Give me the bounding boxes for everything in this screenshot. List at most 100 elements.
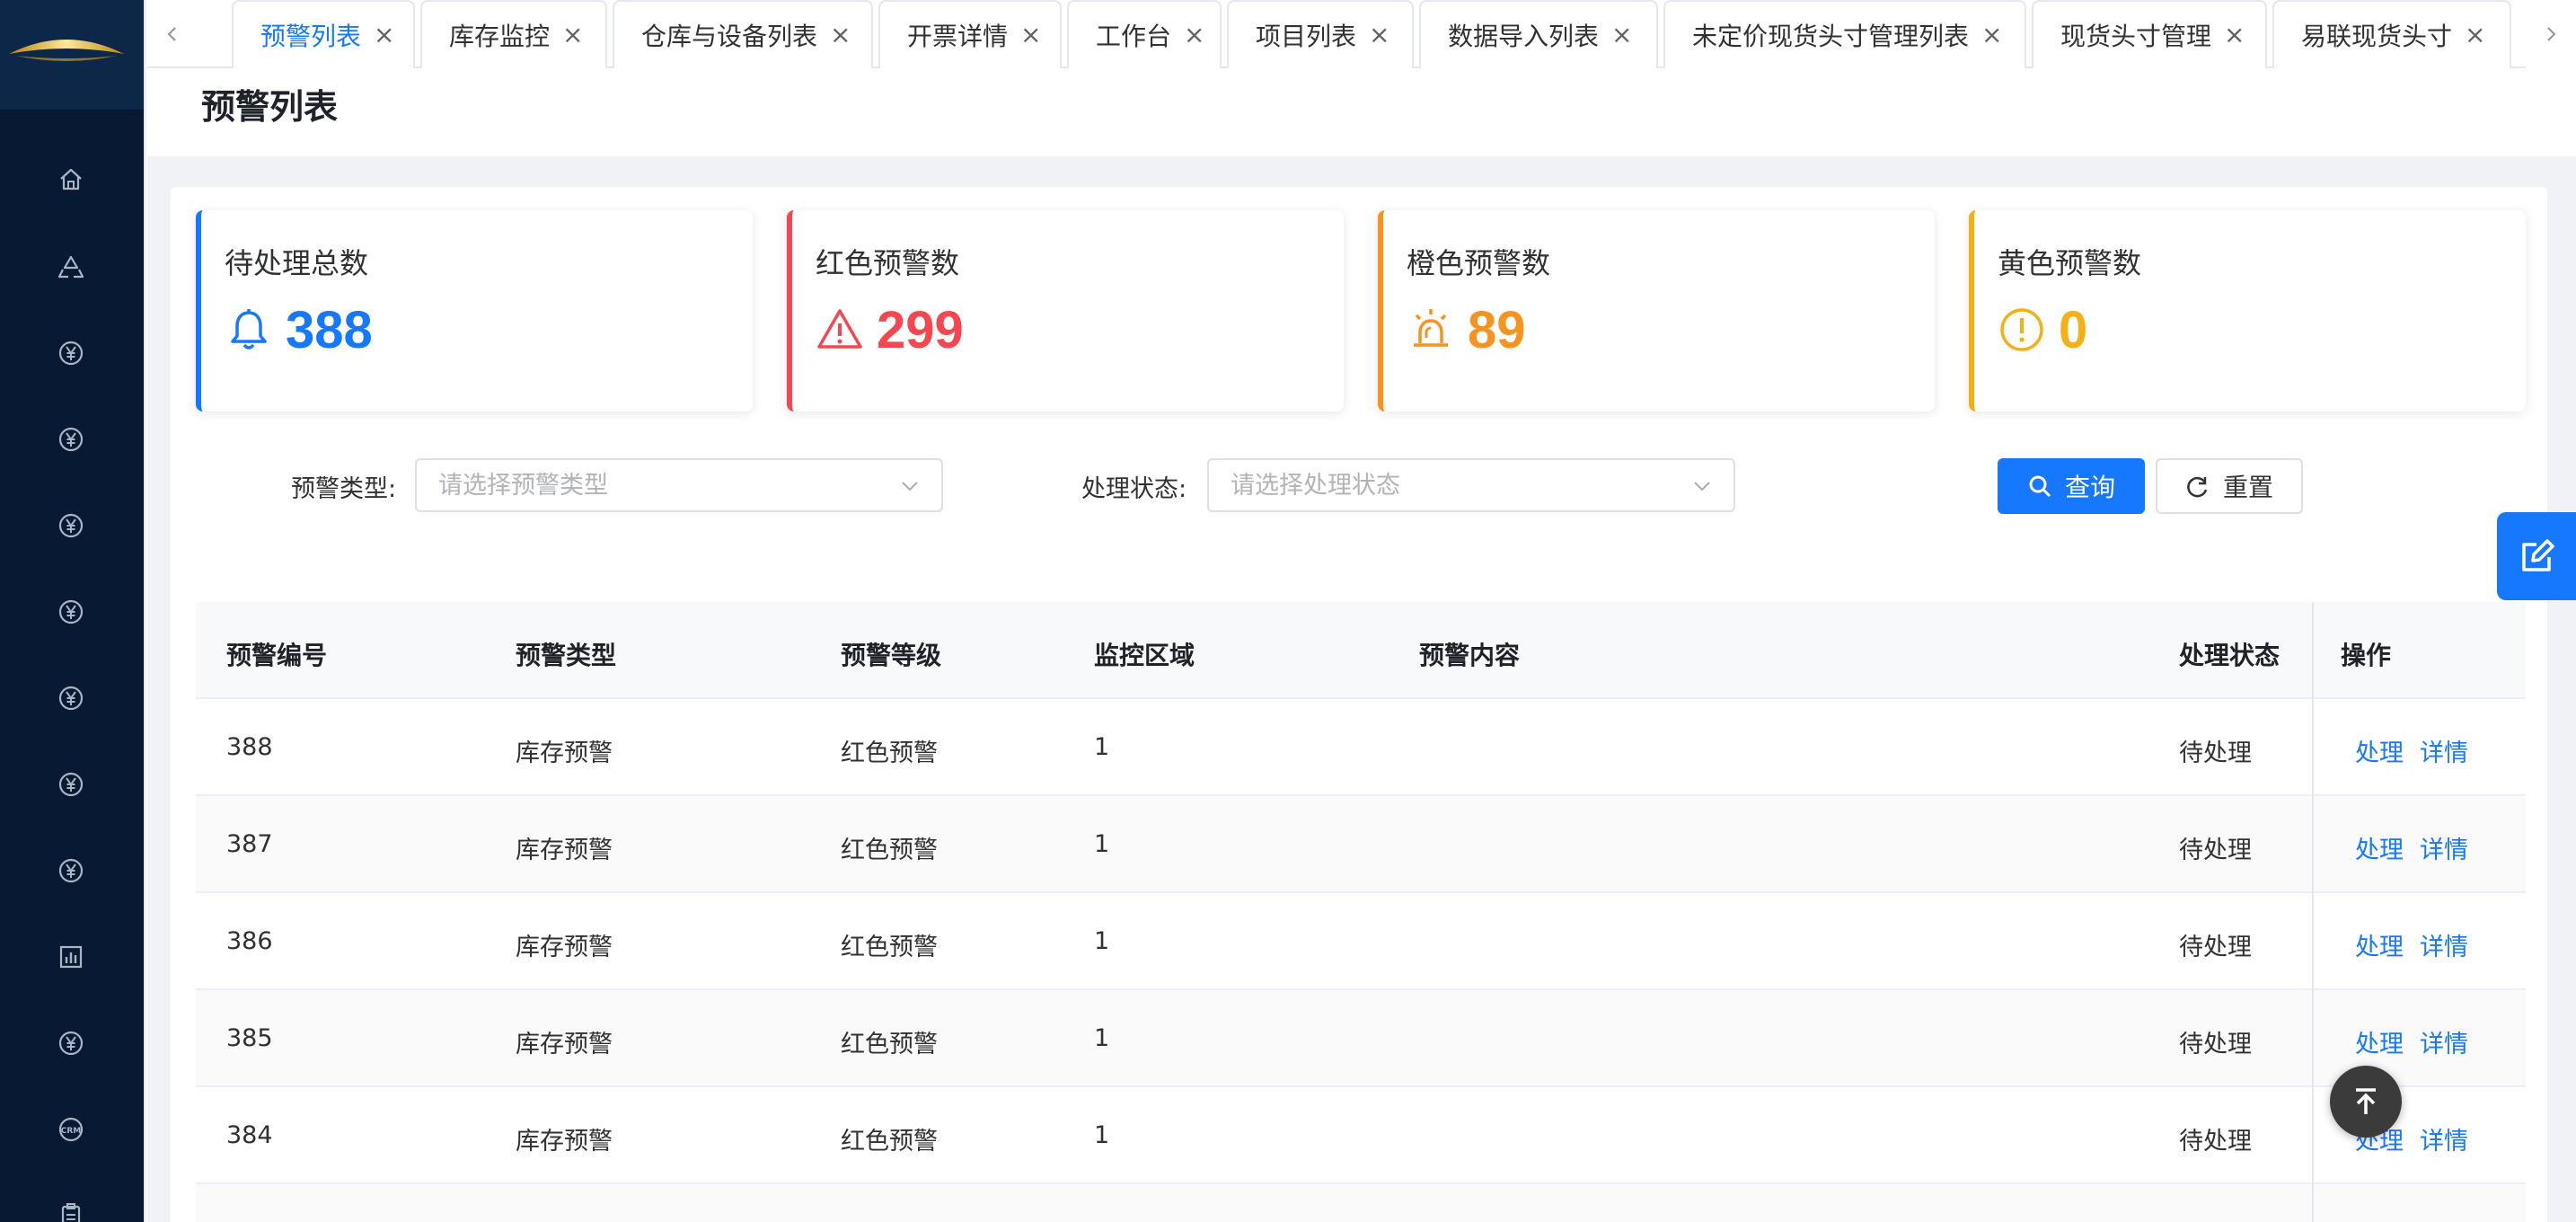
tab-9[interactable]: 易联现货头寸 × <box>2272 0 2511 68</box>
cell-type: 库存预警 <box>516 1218 613 1222</box>
sidebar-menu-item[interactable] <box>54 1199 88 1222</box>
sidebar-menu-item[interactable] <box>54 1026 88 1060</box>
close-icon[interactable]: × <box>2224 22 2245 48</box>
back-to-top-button[interactable] <box>2330 1066 2402 1138</box>
reset-button[interactable]: 重置 <box>2156 458 2303 514</box>
tab-scroll-left-button[interactable] <box>147 0 198 68</box>
bell-icon <box>231 309 267 350</box>
search-button[interactable]: 查询 <box>1998 458 2145 514</box>
sidebar-menu-item[interactable] <box>54 940 88 974</box>
stat-value: 89 <box>1468 301 1526 359</box>
warning-type-input[interactable] <box>438 460 869 510</box>
table-row: 386 库存预警 红色预警 1 待处理 处理 详情 <box>196 893 2526 990</box>
stat-label: 黄色预警数 <box>1998 246 2142 280</box>
column-header-content: 预警内容 <box>1419 641 1521 670</box>
cell-id: 387 <box>226 830 273 858</box>
yen-circle-icon <box>58 1031 84 1056</box>
process-status-label: 处理状态: <box>1081 475 1187 503</box>
table-row: 385 库存预警 红色预警 1 待处理 处理 详情 <box>196 990 2526 1087</box>
tab-0[interactable]: 预警列表 × <box>232 0 415 68</box>
tab-label: 预警列表 <box>260 22 362 51</box>
sidebar-menu-item[interactable] <box>54 509 88 543</box>
logo <box>0 0 144 110</box>
stat-value: 0 <box>2059 301 2088 359</box>
stat-value: 388 <box>286 301 373 359</box>
chevron-down-icon <box>902 482 918 491</box>
cell-area: 1 <box>1094 830 1110 858</box>
sidebar-menu-item[interactable] <box>54 854 88 888</box>
close-icon[interactable]: × <box>374 22 394 48</box>
column-header-type: 预警类型 <box>516 641 617 670</box>
feedback-edit-button[interactable] <box>2497 512 2576 600</box>
tab-5[interactable]: 项目列表 × <box>1227 0 1414 68</box>
close-icon[interactable]: × <box>1611 22 1632 48</box>
stat-card-orange-warnings: 橙色预警数 89 <box>1378 210 1935 412</box>
home-icon <box>60 168 82 190</box>
column-header-id: 预警编号 <box>226 641 328 670</box>
close-icon[interactable]: × <box>1184 22 1204 48</box>
search-button-label: 查询 <box>2064 473 2115 502</box>
search-icon <box>2029 475 2051 498</box>
cell-status: 待处理 <box>2179 1031 2252 1058</box>
sidebar-menu-item[interactable] <box>54 681 88 715</box>
table-row: 388 库存预警 红色预警 1 待处理 处理 详情 <box>196 699 2526 796</box>
close-icon[interactable]: × <box>830 22 851 48</box>
page-title: 预警列表 <box>201 87 339 127</box>
tab-1[interactable]: 库存监控 × <box>420 0 607 68</box>
tab-label: 工作台 <box>1096 22 1172 51</box>
tab-3[interactable]: 开票详情 × <box>878 0 1062 68</box>
tab-scroll-right-button[interactable] <box>2526 0 2576 68</box>
bar-chart-icon <box>59 945 83 969</box>
sidebar-menu-item[interactable] <box>54 422 88 456</box>
cell-id: 385 <box>226 1024 273 1052</box>
close-icon[interactable]: × <box>562 22 583 48</box>
tab-6[interactable]: 数据导入列表 × <box>1419 0 1658 68</box>
close-icon[interactable]: × <box>1020 22 1041 48</box>
tab-4[interactable]: 工作台 × <box>1067 0 1222 68</box>
tab-bar: 预警列表 × 库存监控 × 仓库与设备列表 × 开票详情 × 工作台 × 项目列表 × 数据导入列表 × 未… <box>147 0 2576 68</box>
close-icon[interactable]: × <box>1981 22 2002 48</box>
warning-type-select[interactable] <box>415 458 943 512</box>
close-icon[interactable]: × <box>2465 22 2485 48</box>
crm-icon: CRM <box>58 1117 84 1142</box>
page-header: 预警列表 <box>147 68 2576 156</box>
cell-status: 待处理 <box>2179 1128 2252 1156</box>
tab-8[interactable]: 现货头寸管理 × <box>2032 0 2267 68</box>
tab-label: 库存监控 <box>449 22 551 51</box>
chevron-right-icon <box>2547 27 2556 41</box>
tab-label: 易联现货头寸 <box>2301 22 2453 51</box>
yen-circle-icon <box>58 513 84 538</box>
sidebar-menu-item[interactable] <box>54 336 88 370</box>
sidebar-menu-item[interactable] <box>54 250 88 284</box>
process-status-input[interactable] <box>1231 460 1662 510</box>
warning-type-label: 预警类型: <box>291 475 397 503</box>
process-status-select[interactable] <box>1207 458 1735 512</box>
cell-area: 1 <box>1094 733 1110 761</box>
edit-icon <box>2522 539 2554 571</box>
tab-label: 现货头寸管理 <box>2060 22 2212 51</box>
cell-status: 待处理 <box>2179 934 2252 961</box>
cell-area: 1 <box>1094 1024 1110 1052</box>
sidebar-menu-item[interactable]: CRM <box>54 1112 88 1147</box>
cell-status: 待处理 <box>2179 739 2252 767</box>
tab-7[interactable]: 未定价现货头寸管理列表 × <box>1663 0 2026 68</box>
close-icon[interactable]: × <box>1369 22 1389 48</box>
cell-type: 库存预警 <box>516 837 613 864</box>
cell-type: 库存预警 <box>516 1128 613 1156</box>
sidebar-menu-item[interactable] <box>54 767 88 801</box>
crm-icon-text: CRM <box>61 1127 82 1136</box>
column-header-status: 处理状态 <box>2179 641 2280 670</box>
cell-type: 库存预警 <box>516 739 613 767</box>
sidebar-menu-item[interactable] <box>54 162 88 196</box>
stat-label: 待处理总数 <box>225 246 369 280</box>
sidebar-menu-item[interactable] <box>54 595 88 629</box>
exclamation-circle-icon <box>2000 308 2043 351</box>
table-row: 库存预警红色预警待处理处理详情 <box>196 1184 2526 1222</box>
tab-2[interactable]: 仓库与设备列表 × <box>613 0 873 68</box>
tab-label: 仓库与设备列表 <box>641 22 818 51</box>
yen-circle-icon <box>58 858 84 883</box>
cell-id: 384 <box>226 1121 273 1149</box>
warning-triangle-icon <box>817 309 862 349</box>
arrow-up-icon <box>2356 1088 2376 1114</box>
sidebar: CRM <box>0 0 144 1222</box>
